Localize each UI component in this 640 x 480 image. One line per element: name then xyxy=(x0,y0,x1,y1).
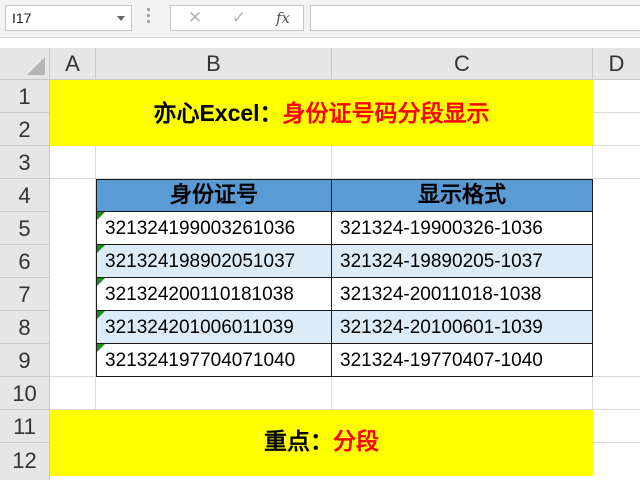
cell-d2[interactable] xyxy=(593,113,640,146)
cell-d3[interactable] xyxy=(593,146,640,179)
table-cell-id[interactable]: 321324199003261036 xyxy=(96,212,332,245)
table-cell-format[interactable]: 321324-19900326-1036 xyxy=(332,212,593,245)
cell-text: 321324200110181038 xyxy=(105,284,294,305)
column-header-b[interactable]: B xyxy=(96,48,332,80)
cell-text: 321324199003261036 xyxy=(105,218,296,239)
formula-buttons: ✕ ✓ fx xyxy=(170,5,304,31)
column-header-a[interactable]: A xyxy=(50,48,96,80)
error-indicator-icon xyxy=(97,278,105,286)
title-prefix: 亦心Excel： xyxy=(153,100,283,126)
row-header-4[interactable]: 4 xyxy=(0,179,50,212)
cell-text: 321324198902051037 xyxy=(105,251,296,272)
key-banner[interactable]: 重点：分段 xyxy=(50,410,593,476)
table-cell-id[interactable]: 321324200110181038 xyxy=(96,278,332,311)
formula-bar: I17 ✕ ✓ fx xyxy=(0,0,640,38)
error-indicator-icon xyxy=(97,212,105,220)
cell-b10[interactable] xyxy=(96,377,332,410)
table-cell-id[interactable]: 321324198902051037 xyxy=(96,245,332,278)
key-highlight: 分段 xyxy=(333,428,379,454)
row-header-3[interactable]: 3 xyxy=(0,146,50,179)
cell-b3[interactable] xyxy=(96,146,332,179)
cell-text: 321324201006011039 xyxy=(105,317,294,338)
row-header-11[interactable]: 11 xyxy=(0,410,50,443)
drag-handle-icon[interactable] xyxy=(147,8,151,26)
table-header-format[interactable]: 显示格式 xyxy=(332,179,593,212)
column-header-d[interactable]: D xyxy=(593,48,640,80)
row-header-7[interactable]: 7 xyxy=(0,278,50,311)
row-header-5[interactable]: 5 xyxy=(0,212,50,245)
formula-input[interactable] xyxy=(310,5,640,31)
row-header-9[interactable]: 9 xyxy=(0,344,50,377)
cell-c10[interactable] xyxy=(332,377,593,410)
key-prefix: 重点： xyxy=(264,428,333,454)
row-header-8[interactable]: 8 xyxy=(0,311,50,344)
row-header-12[interactable]: 12 xyxy=(0,443,50,480)
insert-function-icon[interactable]: fx xyxy=(265,6,301,30)
table-cell-format[interactable]: 321324-20100601-1039 xyxy=(332,311,593,344)
cancel-icon[interactable]: ✕ xyxy=(177,6,213,30)
title-banner[interactable]: 亦心Excel：身份证号码分段显示 xyxy=(50,80,593,146)
cell-d12[interactable] xyxy=(593,443,640,480)
title-highlight: 身份证号码分段显示 xyxy=(282,100,490,126)
row-header-2[interactable]: 2 xyxy=(0,113,50,146)
column-header-c[interactable]: C xyxy=(332,48,593,80)
table-cell-id[interactable]: 321324201006011039 xyxy=(96,311,332,344)
row-header-6[interactable]: 6 xyxy=(0,245,50,278)
cell-d4-d9[interactable] xyxy=(593,179,640,377)
row-header-1[interactable]: 1 xyxy=(0,80,50,113)
table-cell-format[interactable]: 321324-20011018-1038 xyxy=(332,278,593,311)
error-indicator-icon xyxy=(97,245,105,253)
name-box[interactable]: I17 xyxy=(5,5,132,31)
cell-d10[interactable] xyxy=(593,377,640,410)
cell-a3[interactable] xyxy=(50,146,96,179)
table-cell-id[interactable]: 321324197704071040 xyxy=(96,344,332,377)
row-header-10[interactable]: 10 xyxy=(0,377,50,410)
error-indicator-icon xyxy=(97,311,105,319)
cell-text: 321324197704071040 xyxy=(105,350,296,371)
cell-d1[interactable] xyxy=(593,80,640,113)
table-header-id[interactable]: 身份证号 xyxy=(96,179,332,212)
cell-a4-a9[interactable] xyxy=(50,179,96,377)
name-box-value: I17 xyxy=(12,10,32,26)
chevron-down-icon[interactable] xyxy=(117,16,125,21)
enter-icon[interactable]: ✓ xyxy=(221,6,257,30)
error-indicator-icon xyxy=(97,344,105,352)
table-cell-format[interactable]: 321324-19770407-1040 xyxy=(332,344,593,377)
cell-c3[interactable] xyxy=(332,146,593,179)
cell-a10[interactable] xyxy=(50,377,96,410)
cell-d11[interactable] xyxy=(593,410,640,443)
select-all-icon xyxy=(27,57,45,75)
table-cell-format[interactable]: 321324-19890205-1037 xyxy=(332,245,593,278)
select-all-button[interactable] xyxy=(0,48,50,80)
